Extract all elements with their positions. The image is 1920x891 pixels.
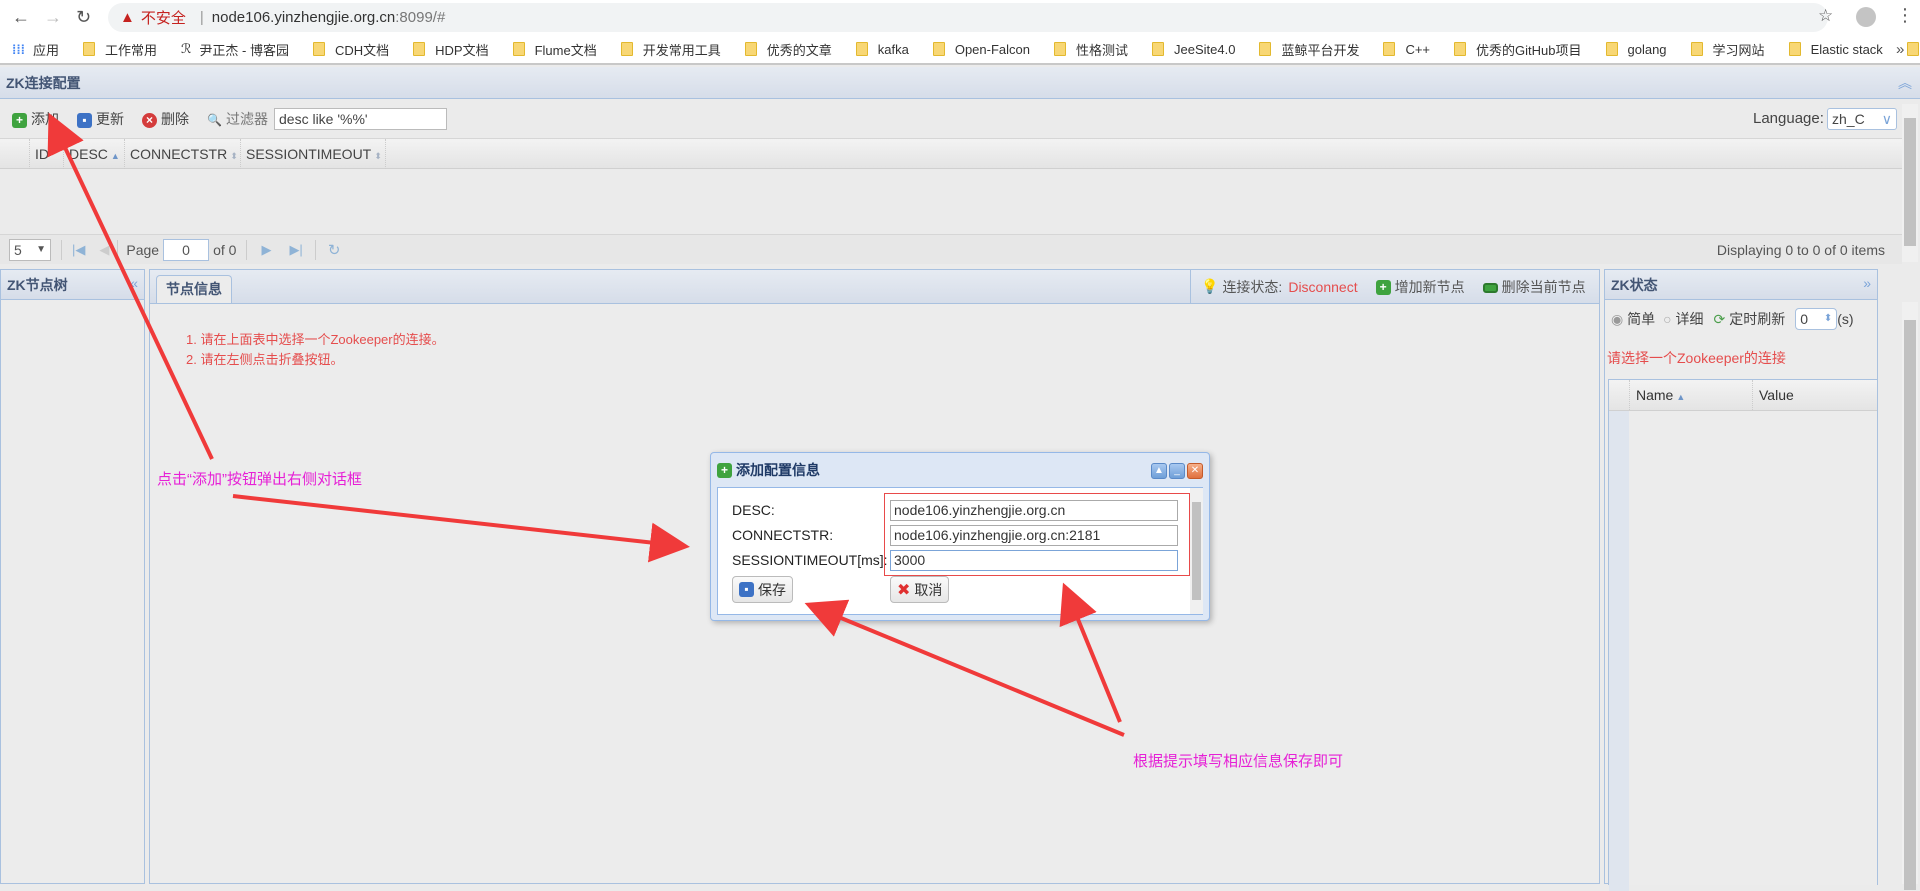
arrow-to-fields xyxy=(1059,582,1122,723)
arrow-to-add-button xyxy=(47,112,214,460)
annotation-arrows xyxy=(47,112,1125,737)
arrow-to-dialog xyxy=(232,494,690,563)
arrow-to-save xyxy=(804,599,1125,737)
